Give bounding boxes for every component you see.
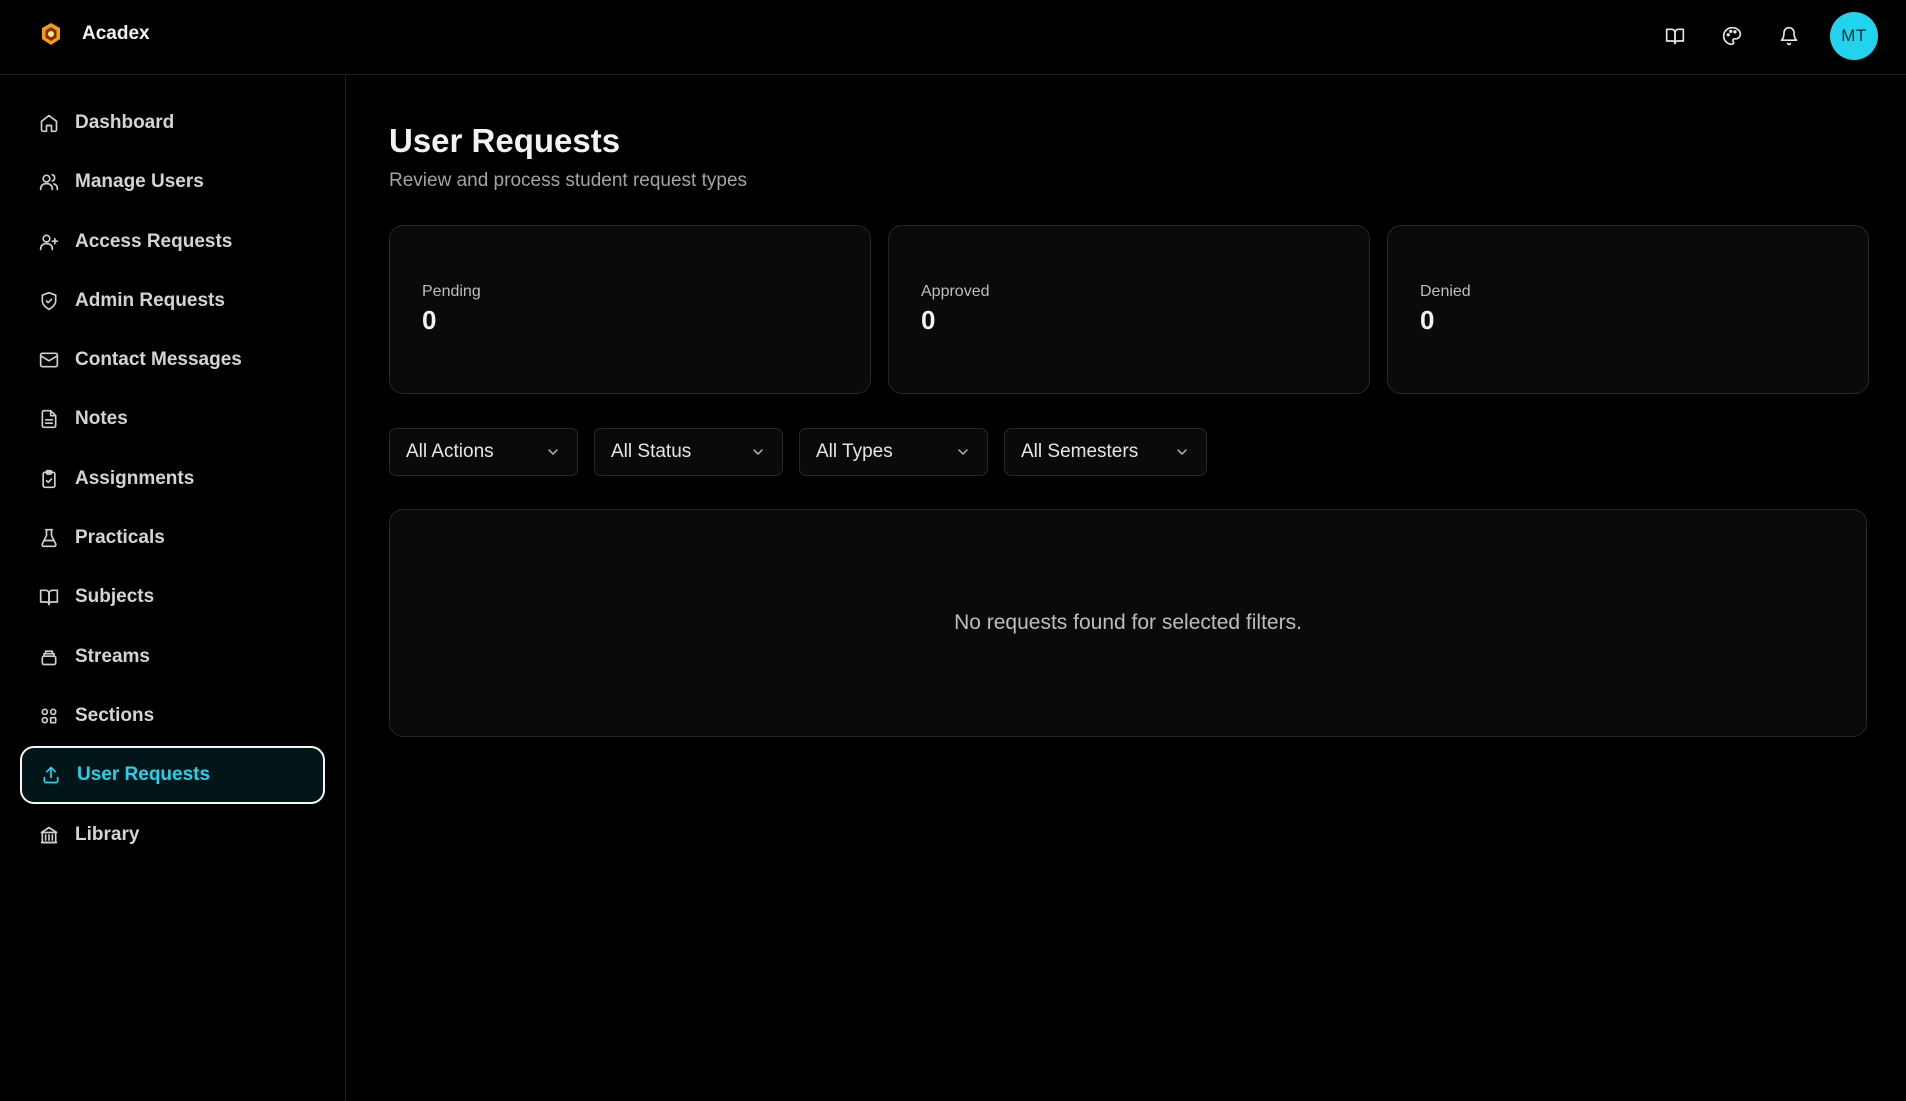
select-value: All Semesters <box>1021 441 1139 462</box>
app-name: Acadex <box>82 23 150 44</box>
sidebar-item-label: Dashboard <box>75 112 175 133</box>
user-avatar[interactable]: MT <box>1830 12 1878 60</box>
status-filter-select[interactable]: All Status <box>594 428 783 476</box>
sidebar-item-label: Library <box>75 823 140 845</box>
sidebar-item-label: Sections <box>75 704 155 726</box>
stat-card-pending: Pending 0 <box>389 225 871 394</box>
sidebar-item-contact-messages[interactable]: Contact Messages <box>20 331 325 389</box>
header-actions: MT <box>1659 12 1878 60</box>
stat-card-denied: Denied 0 <box>1387 225 1869 394</box>
top-bar: Acadex MT <box>0 0 1906 75</box>
empty-state-message: No requests found for selected filters. <box>954 611 1302 634</box>
sidebar-item-label: Assignments <box>75 467 195 489</box>
users-icon <box>38 171 60 193</box>
sidebar-item-label: Manage Users <box>75 171 204 193</box>
sidebar-item-notes[interactable]: Notes <box>20 390 325 448</box>
brand[interactable]: Acadex <box>40 22 150 46</box>
chevron-down-icon <box>548 449 558 455</box>
types-filter-select[interactable]: All Types <box>799 428 988 476</box>
select-value: All Types <box>816 441 893 462</box>
sidebar-item-label: Streams <box>75 645 150 667</box>
grid-icon <box>38 705 60 727</box>
clipboard-check-icon <box>38 468 60 490</box>
flask-icon <box>38 527 60 549</box>
sidebar-item-sections[interactable]: Sections <box>20 687 325 745</box>
sidebar-item-label: User Requests <box>77 764 211 786</box>
sidebar-item-library[interactable]: Library <box>20 806 325 864</box>
sidebar-item-label: Notes <box>75 408 128 430</box>
sidebar-item-access-requests[interactable]: Access Requests <box>20 213 325 271</box>
actions-filter-select[interactable]: All Actions <box>389 428 578 476</box>
sidebar-item-user-requests[interactable]: User Requests <box>20 746 325 805</box>
select-value: All Status <box>611 441 692 462</box>
sidebar-item-label: Subjects <box>75 586 155 608</box>
file-text-icon <box>38 408 60 430</box>
filters-row: All Actions All Status All Types All Sem… <box>389 428 1207 476</box>
requests-empty-state: No requests found for selected filters. <box>389 509 1867 737</box>
sidebar-item-subjects[interactable]: Subjects <box>20 568 325 626</box>
stat-value: 0 <box>1420 305 1435 335</box>
stat-label: Approved <box>921 283 990 300</box>
mail-icon <box>38 349 60 371</box>
stat-value: 0 <box>422 305 437 335</box>
stats-row: Pending 0 Approved 0 Denied 0 <box>389 225 1869 394</box>
acadex-logo-icon <box>42 23 60 45</box>
book-open-icon[interactable] <box>1659 20 1691 52</box>
page-title: User Requests <box>389 122 621 159</box>
semesters-filter-select[interactable]: All Semesters <box>1004 428 1207 476</box>
sidebar-item-label: Contact Messages <box>75 349 242 371</box>
sidebar-item-dashboard[interactable]: Dashboard <box>20 94 325 152</box>
home-icon <box>38 112 60 134</box>
bell-icon[interactable] <box>1773 20 1805 52</box>
stat-label: Denied <box>1420 283 1471 300</box>
select-value: All Actions <box>406 441 494 462</box>
library-icon <box>38 824 60 846</box>
stat-label: Pending <box>422 283 481 300</box>
chevron-down-icon <box>753 449 763 455</box>
user-plus-icon <box>38 231 60 253</box>
palette-icon[interactable] <box>1716 20 1748 52</box>
sidebar-item-practicals[interactable]: Practicals <box>20 509 325 567</box>
sidebar-item-label: Practicals <box>75 527 165 549</box>
sidebar-item-admin-requests[interactable]: Admin Requests <box>20 272 325 330</box>
sidebar-item-label: Admin Requests <box>75 289 225 311</box>
sidebar-item-label: Access Requests <box>75 230 233 252</box>
upload-icon <box>40 764 62 786</box>
book-open-icon <box>38 586 60 608</box>
sidebar-item-manage-users[interactable]: Manage Users <box>20 153 325 211</box>
chevron-down-icon <box>1177 449 1187 455</box>
stat-card-approved: Approved 0 <box>888 225 1370 394</box>
stat-value: 0 <box>921 305 936 335</box>
sidebar-item-assignments[interactable]: Assignments <box>20 450 325 508</box>
sidebar-nav: Dashboard Manage Users Access Requests A… <box>0 75 345 864</box>
sidebar-item-streams[interactable]: Streams <box>20 628 325 686</box>
chevron-down-icon <box>958 449 968 455</box>
layers-icon <box>38 646 60 668</box>
sidebar: Dashboard Manage Users Access Requests A… <box>0 75 346 1101</box>
shield-check-icon <box>38 290 60 312</box>
page-subtitle: Review and process student request types <box>389 170 748 191</box>
